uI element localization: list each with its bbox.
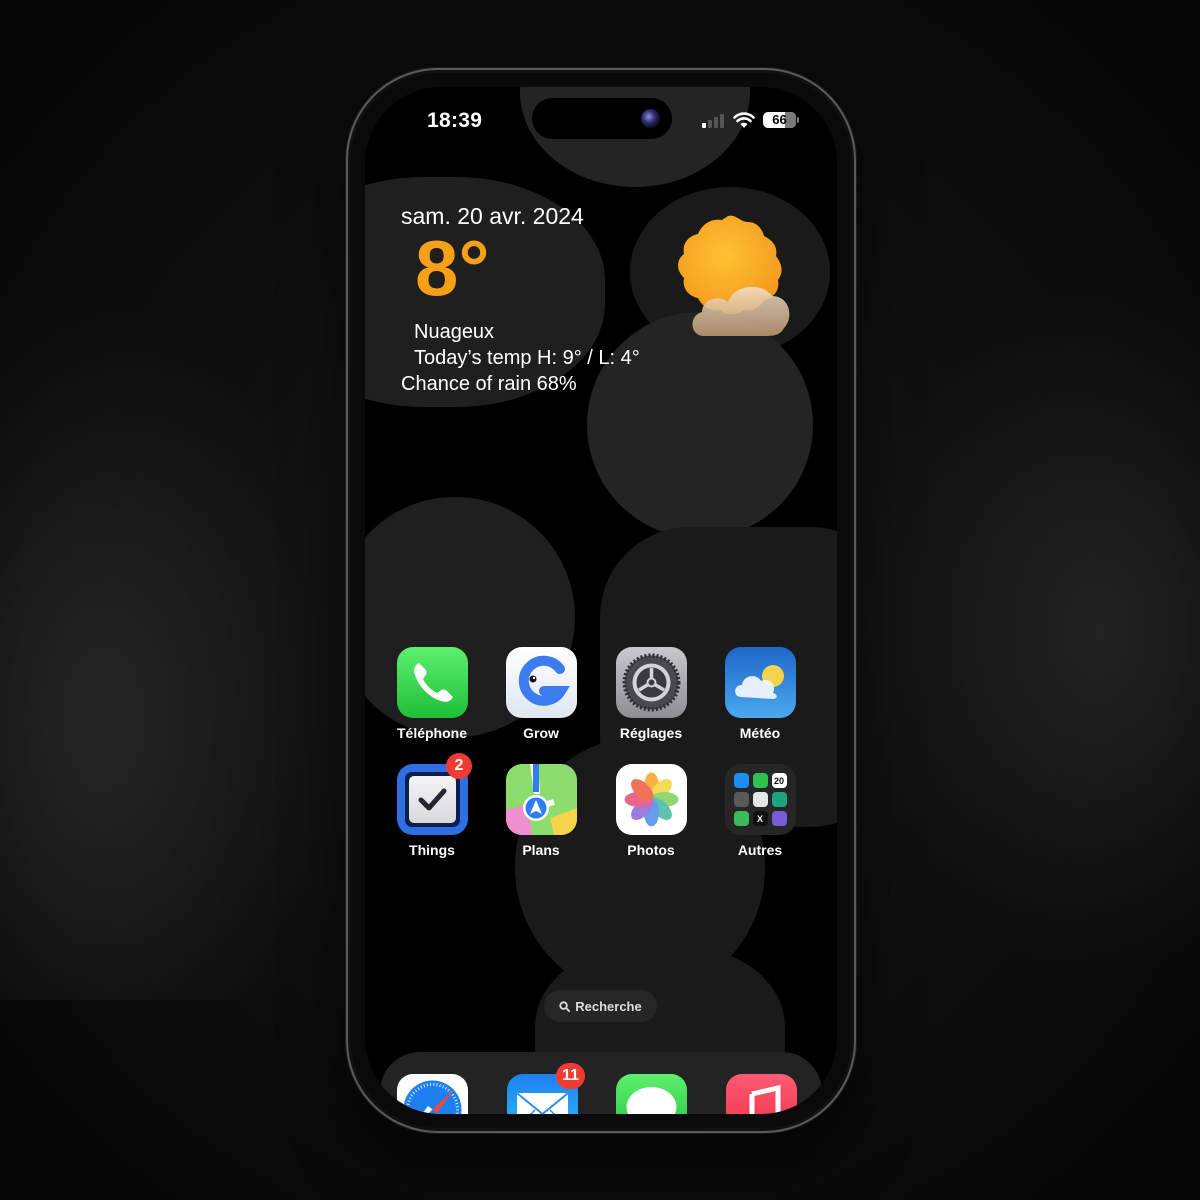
grow-icon <box>505 647 577 718</box>
folder-mini-app-calendrier: 20 <box>771 773 787 788</box>
photos-icon <box>615 764 687 835</box>
phone-icon <box>396 647 468 718</box>
app-grow[interactable]: Grow <box>496 647 586 741</box>
app-label: Plans <box>522 842 560 858</box>
dock-app-mail[interactable]: 11 <box>497 1063 587 1114</box>
dock-app-musique[interactable] <box>716 1074 806 1114</box>
folder-mini-app-things-widget <box>771 792 787 807</box>
notification-badge: 2 <box>446 753 472 779</box>
app-label: Météo <box>739 725 781 741</box>
battery-indicator: 66 <box>763 112 796 128</box>
app-autres[interactable]: 20 X Autres <box>715 764 805 858</box>
app-things[interactable]: 2 Things <box>387 753 477 858</box>
dock: 11 <box>380 1052 822 1114</box>
app-label: Things <box>409 842 455 858</box>
home-screen: 18:39 66 sam. 20 avr. 2024 8° Nuageux To… <box>365 87 837 1114</box>
folder-mini-app-butterfly <box>771 811 787 826</box>
clock: 18:39 <box>427 109 483 132</box>
safari-compass-icon <box>396 1074 468 1114</box>
folder-mini-app-horloge <box>752 792 768 807</box>
status-bar: 18:39 66 <box>365 87 837 151</box>
battery-tip <box>797 117 799 123</box>
weather-widget[interactable]: sam. 20 avr. 2024 8° Nuageux Today’s tem… <box>401 203 640 395</box>
app-telephone[interactable]: Téléphone <box>387 647 477 741</box>
app-label: Réglages <box>619 725 683 741</box>
search-label: Recherche <box>575 998 642 1014</box>
weather-condition: Nuageux <box>414 321 495 343</box>
app-label: Grow <box>523 725 559 741</box>
search-icon <box>559 1000 571 1012</box>
messages-bubble-icon <box>615 1074 687 1114</box>
background-blur-right <box>860 280 1200 980</box>
app-label: Autres <box>737 842 783 858</box>
app-photos[interactable]: Photos <box>606 764 696 858</box>
app-meteo[interactable]: Météo <box>715 647 805 741</box>
cellular-signal-icon <box>702 114 724 128</box>
folder-icon: 20 X <box>724 764 796 835</box>
camera-icon <box>641 109 660 128</box>
high-low-temp: Today’s temp H: 9° / L: 4° <box>414 347 640 369</box>
app-label: Téléphone <box>396 725 467 741</box>
folder-mini-app-app-store <box>733 773 749 788</box>
wifi-icon <box>733 112 755 128</box>
notification-badge: 11 <box>556 1063 585 1089</box>
folder-mini-app-facetime <box>752 773 768 788</box>
folder-mini-app-x: X <box>752 811 768 826</box>
dynamic-island <box>532 98 672 139</box>
rain-chance: Chance of rain 68% <box>401 373 577 395</box>
dock-app-messages[interactable] <box>606 1074 696 1114</box>
weather-icon <box>724 647 796 718</box>
phone-frame: 18:39 66 sam. 20 avr. 2024 8° Nuageux To… <box>346 68 856 1133</box>
music-note-icon <box>725 1074 797 1114</box>
app-reglages[interactable]: Réglages <box>606 647 696 741</box>
maps-icon <box>505 764 577 835</box>
wallpaper-blob <box>587 312 813 538</box>
app-label: Photos <box>627 842 675 858</box>
settings-gear-icon <box>615 647 687 718</box>
sun-behind-cloud-icon <box>678 215 790 336</box>
current-temperature: 8° <box>415 224 490 312</box>
app-plans[interactable]: Plans <box>496 764 586 858</box>
dock-app-safari[interactable] <box>387 1074 477 1114</box>
search-button[interactable]: Recherche <box>544 990 657 1022</box>
folder-mini-app-localiser <box>733 811 749 826</box>
background-blur-left <box>0 300 340 1000</box>
folder-mini-app-appareil-photo <box>733 792 749 807</box>
